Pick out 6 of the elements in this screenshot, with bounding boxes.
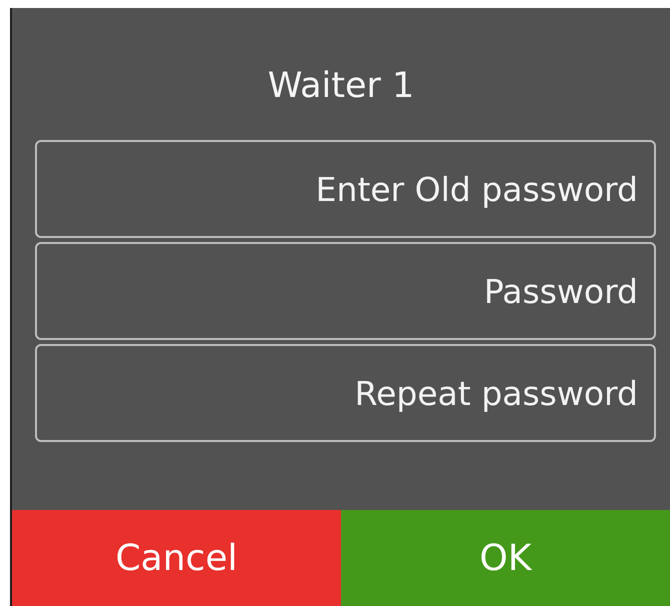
password-field[interactable]: Enter Old password [35, 140, 656, 238]
cancel-button[interactable]: Cancel [12, 510, 341, 606]
password-field[interactable]: Repeat password [35, 344, 656, 442]
password-field[interactable]: Password [35, 242, 656, 340]
ok-button[interactable]: OK [341, 510, 670, 606]
dialog-title: Waiter 1 [266, 65, 416, 108]
